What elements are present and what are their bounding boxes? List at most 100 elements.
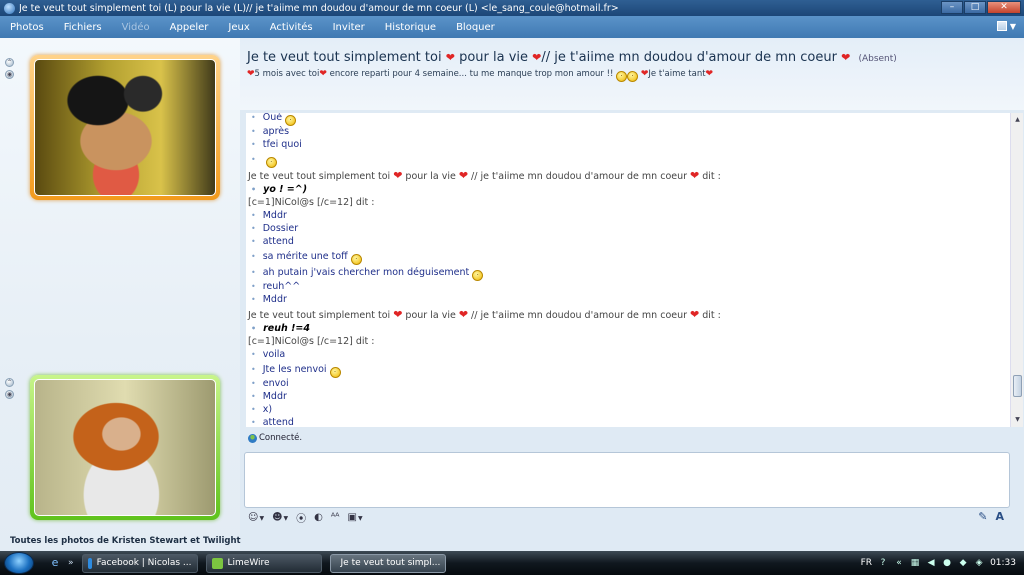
internet-explorer-icon[interactable]: e — [48, 556, 62, 570]
antivirus-icon[interactable]: ◆ — [958, 558, 968, 568]
list-item: Mddr — [248, 209, 988, 222]
font-button[interactable]: ᴬᴬ — [331, 512, 340, 523]
nudge-icon: ⦿ — [296, 514, 307, 525]
menu-video: Vidéo — [121, 21, 150, 33]
list-item: tfei quoi — [248, 138, 988, 151]
conversation-scrollbar[interactable]: ▲ ▼ — [1010, 113, 1023, 427]
clock: 01:33 — [990, 558, 1016, 568]
emoticons-button[interactable]: ☺▼ — [248, 512, 264, 523]
list-item: Mddr — [248, 390, 988, 403]
list-item: ah putain j'vais chercher mon déguisemen… — [248, 264, 988, 281]
windows-taskbar: e » Facebook | Nicolas ... LimeWire Je t… — [0, 551, 1024, 575]
layout-icon — [996, 21, 1007, 31]
language-indicator[interactable]: FR — [861, 558, 872, 568]
heart-icon: ❤ — [841, 51, 851, 64]
image-icon: ▣ — [347, 512, 357, 523]
quick-launch-chevron-icon[interactable]: » — [68, 558, 74, 568]
tongue-emoticon-icon: · — [627, 71, 639, 82]
font-icon: ᴬᴬ — [330, 512, 340, 523]
menu-inviter[interactable]: Inviter — [333, 22, 365, 33]
compose-toolbar: ☺▼ ☻▼ ⦿ ◐ ᴬᴬ ▣▼ ✎ A — [244, 508, 1010, 527]
network-icon[interactable]: ▦ — [910, 558, 920, 568]
menu-jeux[interactable]: Jeux — [228, 22, 249, 33]
wink-icon: ☻ — [272, 512, 283, 523]
menu-fichiers[interactable]: Fichiers — [64, 22, 102, 33]
list-item: Dossier — [248, 222, 988, 235]
list-item: x) — [248, 403, 988, 416]
heart-icon: ❤ — [319, 69, 327, 79]
list-item: Jte les nenvoi· — [248, 361, 988, 378]
nudge-button[interactable]: ⦿ — [296, 510, 306, 525]
list-item: envoi — [248, 377, 988, 390]
messenger-tray-icon[interactable]: ● — [942, 558, 952, 568]
voice-clip-button[interactable]: ◐ — [314, 512, 323, 523]
list-item: Oué· — [248, 113, 988, 126]
left-panel: ⌃ ◉ ⌃ ◉ Toutes les photos de Kristen Ste… — [0, 38, 241, 550]
list-item: yo ! =^) — [248, 183, 988, 196]
contact-name: Je te veut tout simplement toi ❤ pour la… — [247, 50, 897, 65]
contact-photo — [34, 59, 216, 196]
minimize-button[interactable]: – — [941, 1, 963, 14]
list-item: sa mérite une toff· — [248, 248, 988, 265]
update-icon[interactable]: ◈ — [974, 558, 984, 568]
user-display-picture[interactable] — [30, 375, 220, 520]
heart-icon: ❤ — [458, 308, 469, 321]
sender-header: Je te veut tout simplement toi ❤ pour la v… — [248, 308, 721, 321]
promo-link[interactable]: Toutes les photos de Kristen Stewart et … — [10, 536, 241, 546]
window-title: Je te veut tout simplement toi (L) pour … — [19, 2, 619, 14]
menu-bar: Photos Fichiers Vidéo Appeler Jeux Activ… — [0, 16, 1024, 38]
scroll-up-icon[interactable]: ▲ — [1013, 115, 1022, 124]
scroll-thumb[interactable] — [1013, 375, 1022, 397]
sender-header: [c=1]NiCol@s [/c=12] dit : — [248, 336, 375, 347]
message-list: Oué·aprèstfei quoi·Je te veut tout simpl… — [248, 113, 988, 427]
user-photo — [34, 379, 216, 516]
heart-icon: ❤ — [445, 51, 455, 64]
menu-photos[interactable]: Photos — [10, 22, 44, 33]
heart-icon: ❤ — [705, 69, 714, 79]
heart-icon: ❤ — [532, 51, 542, 64]
taskbar-item-facebook[interactable]: Facebook | Nicolas ... — [81, 553, 198, 573]
chevron-down-icon: ▼ — [1009, 21, 1016, 31]
background-button[interactable]: ▣▼ — [347, 512, 362, 523]
winks-button[interactable]: ☻▼ — [272, 512, 288, 523]
pen-icon[interactable]: ✎ — [978, 510, 987, 523]
maximize-button[interactable]: □ — [964, 1, 986, 14]
smiley-icon: ☺ — [248, 512, 259, 523]
menu-activites[interactable]: Activités — [270, 22, 313, 33]
heart-icon: ❤ — [393, 308, 403, 321]
wink-emoticon-icon: · — [329, 367, 341, 378]
webcam-toggle-icon[interactable]: ◉ — [5, 70, 14, 79]
sender-header: [c=1]NiCol@s [/c=12] dit : — [248, 197, 375, 208]
close-button[interactable]: ✕ — [987, 1, 1021, 14]
sender-header: Je te veut tout simplement toi ❤ pour la v… — [248, 169, 721, 182]
menu-historique[interactable]: Historique — [385, 22, 436, 33]
help-icon[interactable]: ? — [878, 558, 888, 568]
list-item: après — [248, 125, 988, 138]
taskbar-item-conversation[interactable]: Je te veut tout simpl... — [329, 553, 446, 573]
menu-bloquer[interactable]: Bloquer — [456, 22, 495, 33]
start-button[interactable] — [4, 552, 34, 574]
text-format-icon[interactable]: A — [995, 510, 1004, 523]
collapse-icon[interactable]: ⌃ — [5, 378, 14, 387]
heart-icon: ❤ — [393, 169, 403, 182]
system-tray: FR ? « ▦ ◀ ● ◆ ◈ 01:33 — [861, 551, 1024, 575]
collapse-icon[interactable]: ⌃ — [5, 58, 14, 67]
scroll-down-icon[interactable]: ▼ — [1013, 415, 1022, 424]
webcam-toggle-icon[interactable]: ◉ — [5, 390, 14, 399]
options-menu-button[interactable]: ▼ — [996, 21, 1016, 31]
sad-emoticon-icon: · — [616, 71, 628, 82]
volume-icon[interactable]: ◀ — [926, 558, 936, 568]
tray-chevron-icon[interactable]: « — [894, 558, 904, 568]
list-item: attend — [248, 235, 988, 248]
message-input[interactable] — [244, 452, 1010, 508]
contact-display-picture[interactable] — [30, 55, 220, 200]
list-item: · — [248, 151, 988, 168]
heart-icon: ❤ — [247, 69, 255, 79]
window-controls: – □ ✕ — [941, 1, 1021, 14]
conversation-history[interactable]: Oué·aprèstfei quoi·Je te veut tout simpl… — [246, 113, 1010, 427]
list-item: reuh !=4 — [248, 322, 988, 335]
menu-appeler[interactable]: Appeler — [170, 22, 209, 33]
browser-icon — [87, 557, 92, 569]
taskbar-item-limewire[interactable]: LimeWire — [205, 553, 322, 573]
list-item: attend — [248, 416, 988, 427]
